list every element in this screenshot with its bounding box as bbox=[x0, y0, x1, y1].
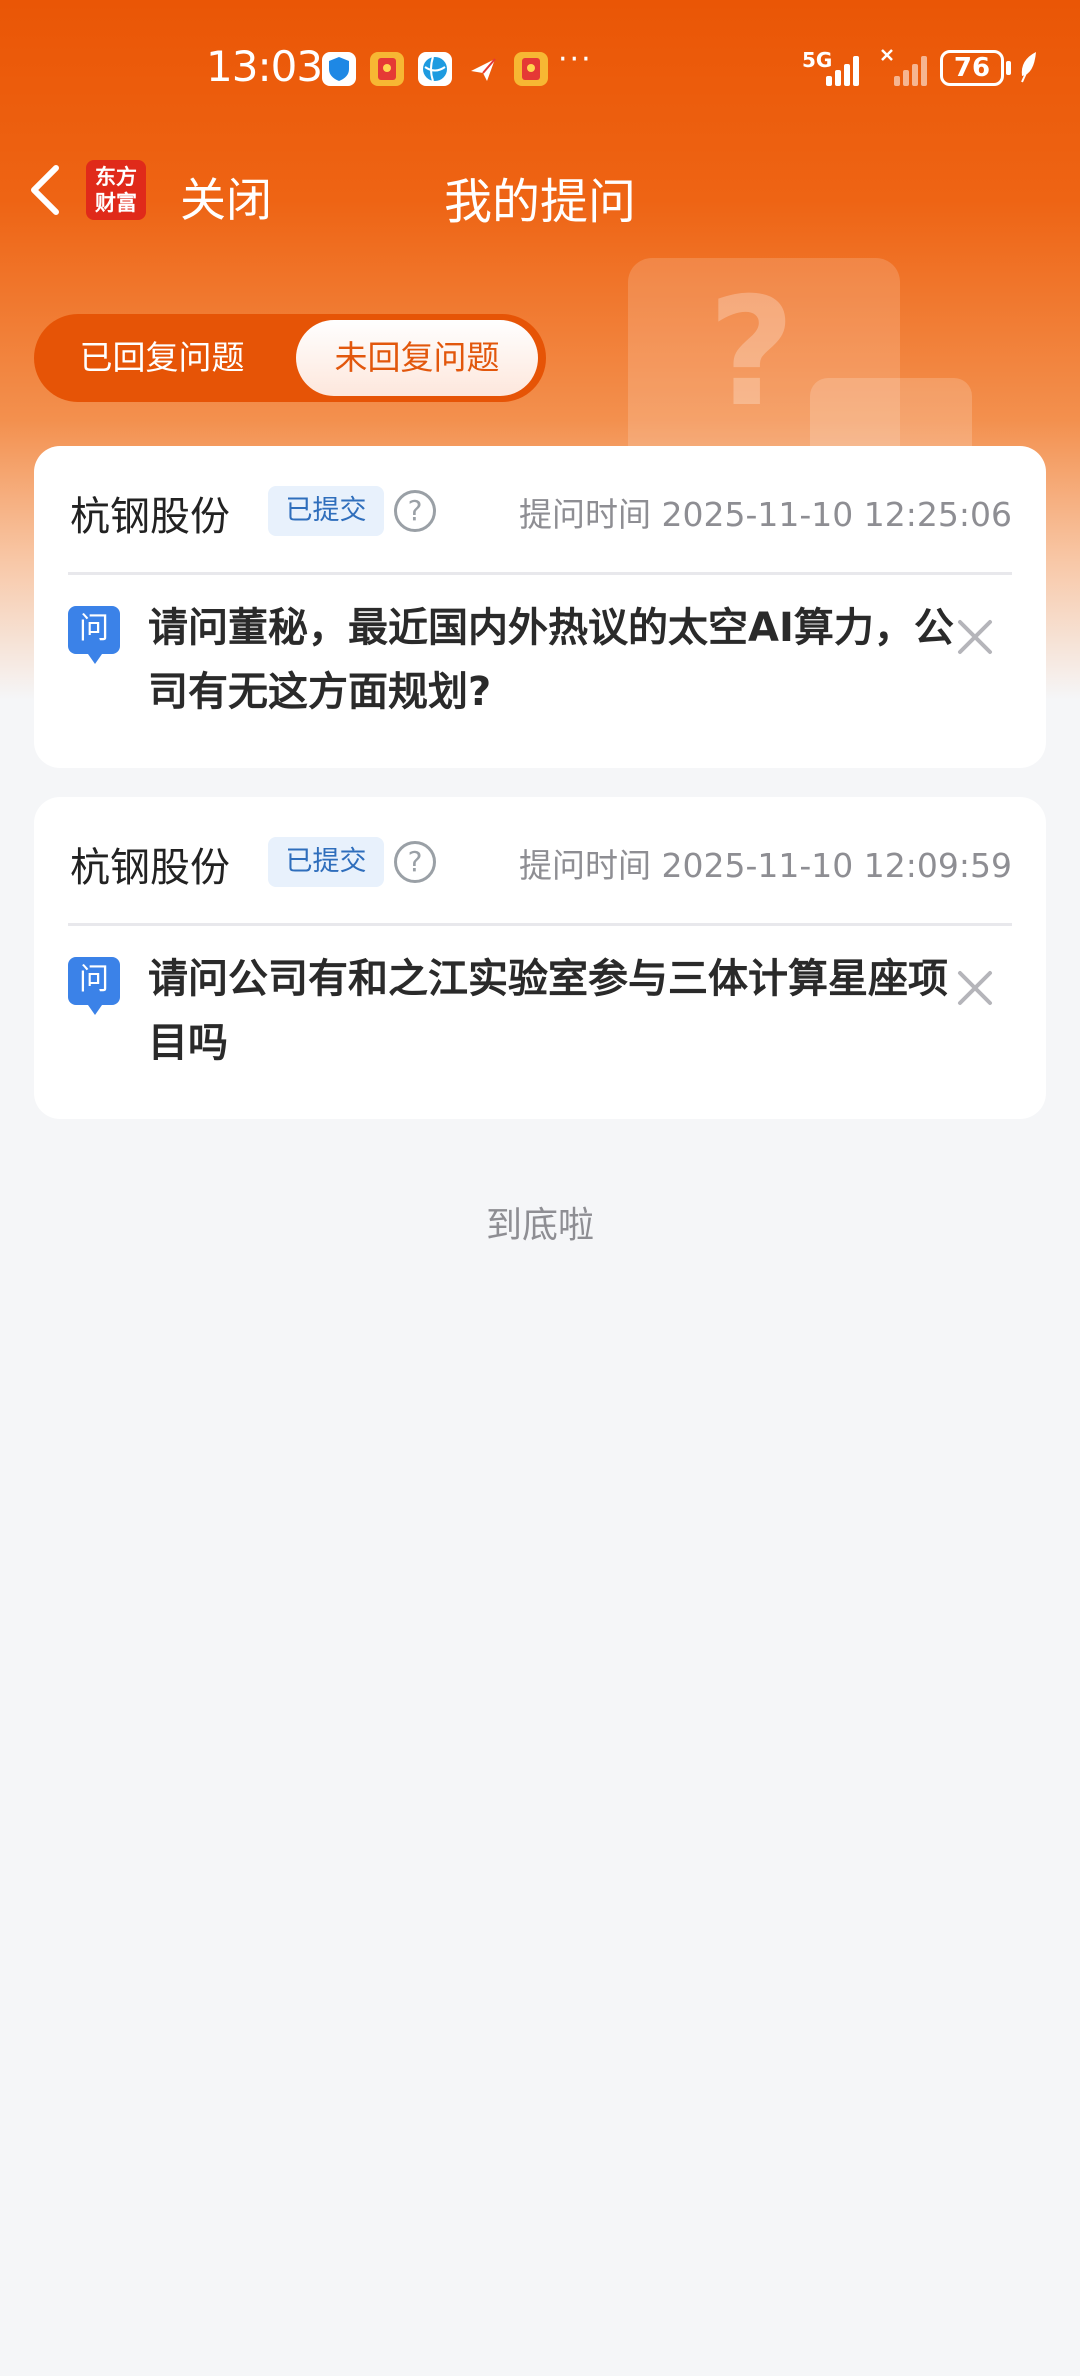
leaf-icon bbox=[1018, 50, 1040, 84]
question-icon: 问 bbox=[68, 957, 120, 1015]
divider bbox=[68, 923, 1012, 926]
status-badge: 已提交 bbox=[268, 837, 384, 887]
globe-icon bbox=[418, 52, 452, 86]
question-text: 请问公司有和之江实验室参与三体计算星座项目吗 bbox=[148, 956, 948, 1066]
delete-icon[interactable] bbox=[954, 616, 996, 658]
status-badge: 已提交 bbox=[268, 486, 384, 536]
question-time: 提问时间 2025-11-10 12:09:59 bbox=[519, 846, 1012, 885]
question-text: 请问董秘，最近国内外热议的太空AI算力，公司有无这方面规划? bbox=[148, 605, 954, 715]
paper-plane-icon bbox=[466, 52, 500, 86]
red-envelope-icon bbox=[514, 52, 548, 86]
screen: ? 13:03 ··· 5G 76 东方 财富 关闭 我的提问 已回复问题 未回… bbox=[0, 0, 1080, 2376]
company-name: 杭钢股份 bbox=[70, 845, 230, 891]
divider bbox=[68, 572, 1012, 575]
illustration-question-mark: ? bbox=[708, 266, 796, 440]
signal-strength-icon bbox=[826, 52, 866, 86]
page-title: 我的提问 bbox=[443, 174, 636, 230]
tab-replied[interactable]: 已回复问题 bbox=[34, 314, 290, 402]
company-name: 杭钢股份 bbox=[70, 494, 230, 540]
red-envelope-icon bbox=[370, 52, 404, 86]
end-of-list-label: 到底啦 bbox=[485, 1205, 594, 1246]
help-icon[interactable]: ? bbox=[394, 841, 436, 883]
battery-icon: 76 bbox=[940, 50, 1004, 86]
tab-unreplied[interactable]: 未回复问题 bbox=[296, 320, 538, 396]
more-notifications-icon: ··· bbox=[558, 42, 593, 77]
question-icon: 问 bbox=[68, 606, 120, 664]
help-icon[interactable]: ? bbox=[394, 490, 436, 532]
status-bar: 13:03 ··· 5G 76 bbox=[0, 0, 1080, 140]
question-card[interactable]: 杭钢股份 已提交 ? 提问时间 2025-11-10 12:09:59 问 请问… bbox=[34, 797, 1046, 1119]
signal-strength-secondary-icon bbox=[880, 49, 928, 86]
shield-icon bbox=[322, 52, 356, 86]
question-card[interactable]: 杭钢股份 已提交 ? 提问时间 2025-11-10 12:25:06 问 请问… bbox=[34, 446, 1046, 768]
delete-icon[interactable] bbox=[954, 967, 996, 1009]
status-time: 13:03 bbox=[206, 42, 323, 91]
question-tabs: 已回复问题 未回复问题 bbox=[34, 314, 546, 402]
question-time: 提问时间 2025-11-10 12:25:06 bbox=[519, 495, 1012, 534]
